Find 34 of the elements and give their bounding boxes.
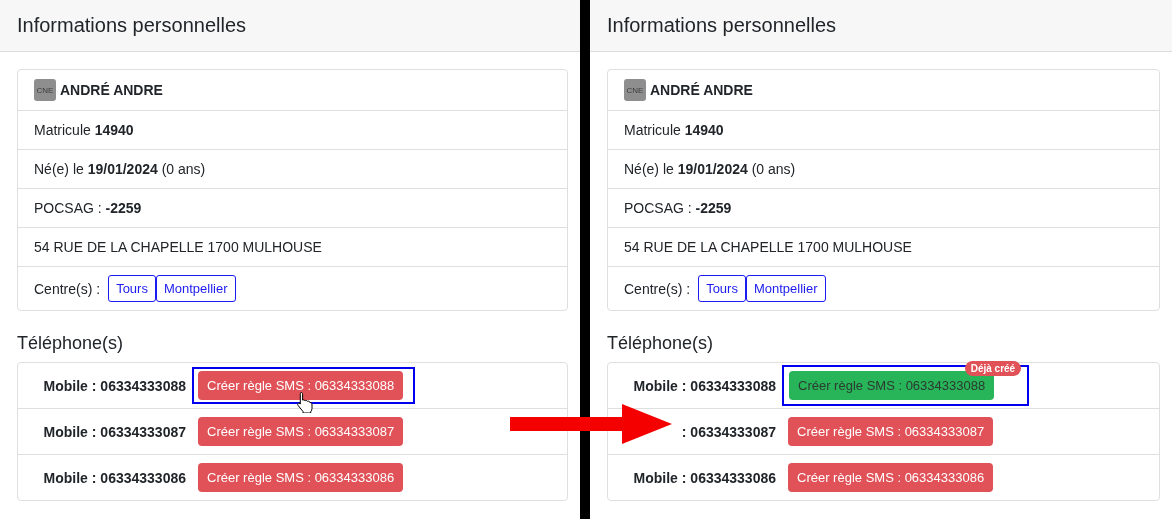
- person-name: ANDRÉ ANDRE: [60, 82, 163, 98]
- create-sms-rule-button[interactable]: Créer règle SMS : 06334333088: [198, 371, 404, 400]
- status-badge: Déjà créé: [964, 361, 1022, 376]
- id-badge: CNE: [34, 79, 56, 101]
- info-text: Matricule 14940: [34, 122, 134, 138]
- info-text: 54 RUE DE LA CHAPELLE 1700 MULHOUSE: [624, 239, 912, 255]
- centre-tag[interactable]: Tours: [108, 275, 156, 302]
- panel-title: Informations personnelles: [607, 14, 836, 37]
- phone-label: : 06334333087: [680, 423, 776, 440]
- info-text: Né(e) le 19/01/2024 (0 ans): [624, 161, 796, 177]
- section-heading: Téléphone(s): [607, 333, 715, 354]
- phone-label: Mobile : 06334333088: [42, 377, 186, 394]
- info-text: Né(e) le 19/01/2024 (0 ans): [34, 161, 206, 177]
- create-sms-rule-button[interactable]: Créer règle SMS : 06334333087: [198, 417, 404, 446]
- person-name: ANDRÉ ANDRE: [650, 82, 753, 98]
- centres-label: Centre(s) :: [624, 280, 691, 297]
- phone-label: Mobile : 06334333086: [42, 469, 186, 486]
- centre-tag[interactable]: Montpellier: [155, 275, 236, 302]
- info-text: POCSAG : -2259: [624, 200, 732, 216]
- centres-label: Centre(s) :: [34, 280, 101, 297]
- info-text: POCSAG : -2259: [34, 200, 142, 216]
- create-sms-rule-button[interactable]: Créer règle SMS : 06334333086: [198, 463, 404, 492]
- phone-label: Mobile : 06334333087: [42, 423, 186, 440]
- info-text: 54 RUE DE LA CHAPELLE 1700 MULHOUSE: [34, 239, 322, 255]
- id-badge: CNE: [624, 79, 646, 101]
- panel-title: Informations personnelles: [17, 14, 246, 37]
- phone-label: Mobile : 06334333086: [632, 469, 776, 486]
- centre-tag[interactable]: Montpellier: [745, 275, 826, 302]
- create-sms-rule-button[interactable]: Créer règle SMS : 06334333087: [788, 417, 994, 446]
- phone-label: Mobile : 06334333088: [632, 377, 776, 394]
- centre-tag[interactable]: Tours: [698, 275, 746, 302]
- create-sms-rule-button[interactable]: Créer règle SMS : 06334333086: [788, 463, 994, 492]
- section-heading: Téléphone(s): [17, 333, 125, 354]
- info-text: Matricule 14940: [624, 122, 724, 138]
